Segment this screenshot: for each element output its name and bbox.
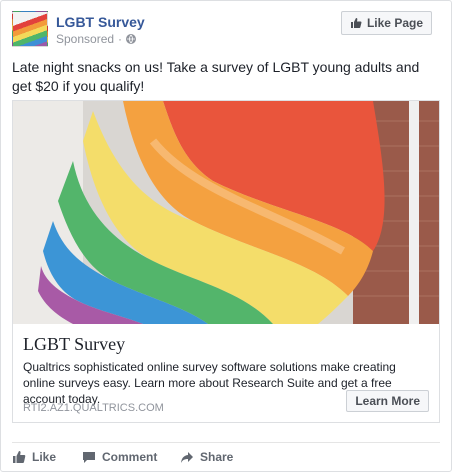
like-page-label: Like Page [366,16,423,30]
comment-icon [83,451,95,463]
share-label: Share [200,449,234,464]
dot-separator: · [118,32,123,46]
rainbow-flag-image [13,101,439,324]
page-name-link[interactable]: LGBT Survey [56,14,145,30]
like-page-button[interactable]: Like Page [340,11,432,35]
thumbs-up-icon [13,450,26,463]
link-details[interactable]: LGBT Survey Qualtrics sophisticated onli… [13,324,439,422]
link-title[interactable]: LGBT Survey [23,334,125,355]
share-icon [181,451,193,463]
link-domain: RTI2.AZ1.QUALTRICS.COM [23,402,164,414]
learn-more-button[interactable]: Learn More [346,390,429,412]
sponsored-post-card: LGBT Survey Sponsored · Like Page Late n… [0,0,452,472]
link-attachment[interactable]: LGBT Survey Qualtrics sophisticated onli… [12,100,440,423]
comment-action[interactable]: Comment [82,443,180,471]
globe-icon[interactable] [126,34,137,44]
post-message: Late night snacks on us! Take a survey o… [12,59,420,94]
thumbs-up-icon [350,18,362,28]
like-action[interactable]: Like [12,443,82,471]
share-action[interactable]: Share [180,443,260,471]
rainbow-flag-photo[interactable] [13,101,439,324]
like-label: Like [32,449,57,464]
sponsored-label-row: Sponsored · [56,32,137,46]
post-actions-bar: Like Comment Share [12,442,440,470]
comment-label: Comment [102,449,158,464]
post-header: LGBT Survey Sponsored · Like Page [12,11,442,49]
sponsored-label[interactable]: Sponsored [56,32,114,46]
page-avatar[interactable] [12,11,48,47]
